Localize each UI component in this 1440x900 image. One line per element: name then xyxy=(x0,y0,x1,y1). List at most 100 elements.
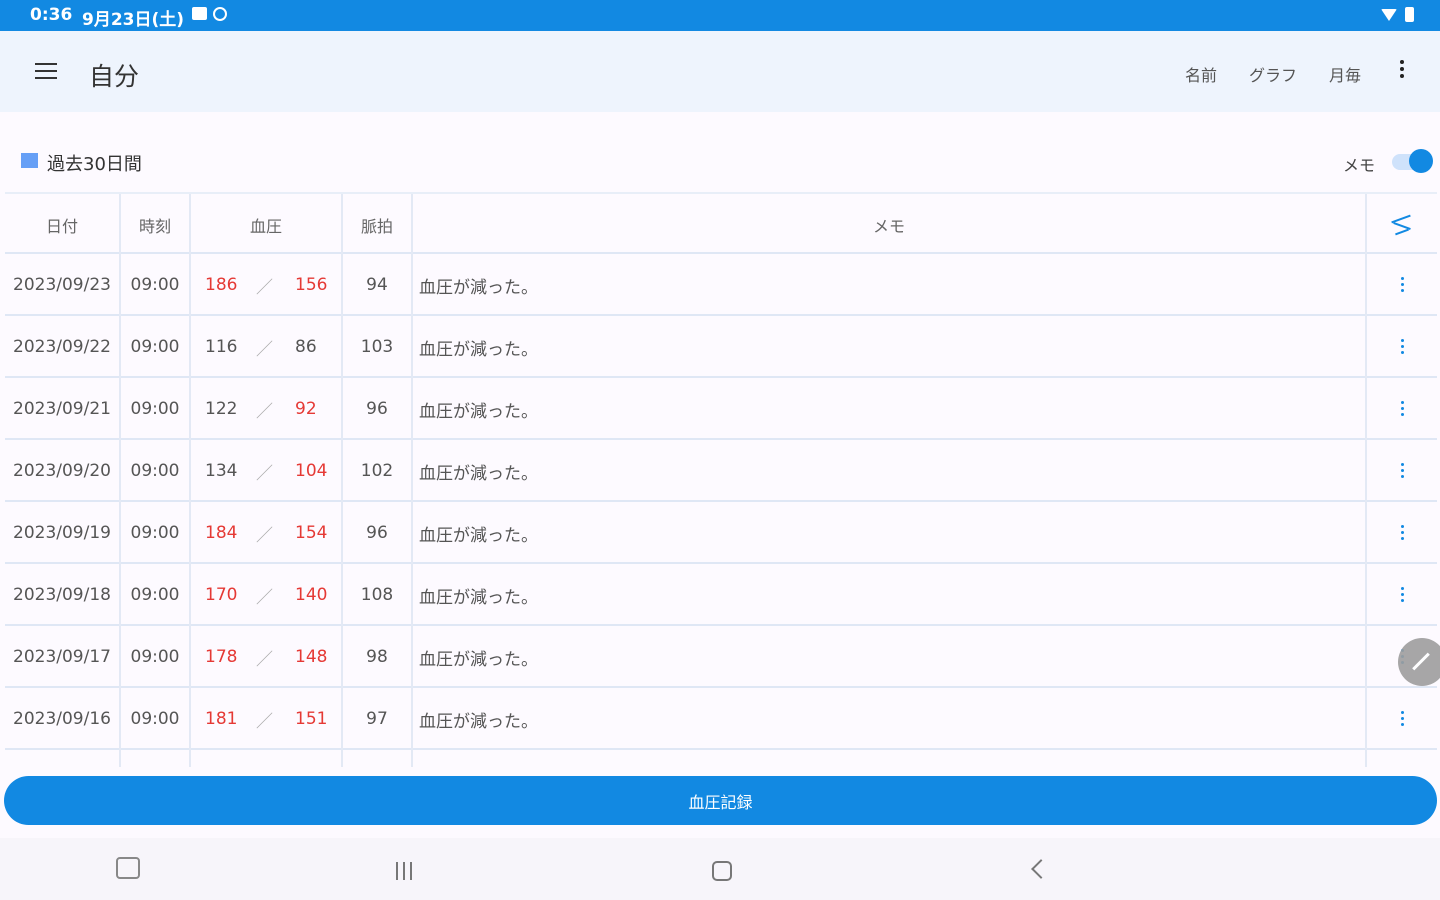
header-time: 時刻 xyxy=(121,194,191,256)
row-more-icon[interactable] xyxy=(1401,525,1405,540)
cell-time: 09:00 xyxy=(121,564,191,626)
systolic-value: 178 xyxy=(205,647,238,667)
cell-pulse: 108 xyxy=(343,564,413,626)
cell-actions xyxy=(1367,688,1437,750)
table-row[interactable]: 2023/09/20 09:00 134 ／ 104 102 血圧が減った。 xyxy=(5,440,1437,502)
cell-memo: 血圧が減った。 xyxy=(413,254,1367,316)
sync-icon xyxy=(213,7,227,21)
table-row[interactable]: 2023/09/19 09:00 184 ／ 154 96 血圧が減った。 xyxy=(5,502,1437,564)
pencil-icon xyxy=(1412,652,1430,671)
filter-icon[interactable] xyxy=(1391,214,1413,236)
diastolic-value: 92 xyxy=(295,399,317,419)
cell-memo: 血圧が減った。 xyxy=(413,440,1367,502)
row-more-icon[interactable] xyxy=(1401,339,1405,354)
slash-divider: ／ xyxy=(256,278,273,298)
cell-time: 09:00 xyxy=(121,688,191,750)
slash-divider: ／ xyxy=(256,340,273,360)
cell-actions xyxy=(1367,378,1437,440)
app-bar: 自分 名前 グラフ 月毎 xyxy=(0,31,1440,112)
status-time: 0:36 xyxy=(30,5,73,25)
table-row[interactable]: 2023/09/21 09:00 122 ／ 92 96 血圧が減った。 xyxy=(5,378,1437,440)
diastolic-value: 148 xyxy=(295,647,328,667)
page-title: 自分 xyxy=(89,62,140,91)
wifi-icon xyxy=(1381,8,1397,21)
cell-pulse: 97 xyxy=(343,688,413,750)
slash-divider: ／ xyxy=(256,650,273,670)
cell-time: 09:00 xyxy=(121,316,191,378)
header-memo: メモ xyxy=(413,194,1367,256)
cell-blood-pressure: 181 ／ 151 xyxy=(191,688,343,750)
table-row[interactable]: 2023/09/18 09:00 170 ／ 140 108 血圧が減った。 xyxy=(5,564,1437,626)
memo-toggle-label: メモ xyxy=(1343,156,1376,175)
cell-actions xyxy=(1367,502,1437,564)
diastolic-value: 156 xyxy=(295,275,328,295)
period-label[interactable]: 過去30日間 xyxy=(47,150,142,176)
cell-memo: 血圧が減った。 xyxy=(413,316,1367,378)
back-icon[interactable] xyxy=(1031,859,1051,879)
keyboard-toggle-icon[interactable] xyxy=(116,857,140,879)
overflow-menu-icon[interactable] xyxy=(1400,60,1404,78)
status-system-icons xyxy=(1381,7,1414,22)
cell-actions xyxy=(1367,254,1437,316)
filter-cell xyxy=(1367,194,1437,256)
header-blood-pressure: 血圧 xyxy=(191,194,343,256)
cell-memo: 血圧が減った。 xyxy=(413,378,1367,440)
cell-pulse: 102 xyxy=(343,440,413,502)
cell-time: 09:00 xyxy=(121,254,191,316)
cell-date: 2023/09/22 xyxy=(5,316,121,378)
cell-pulse: 98 xyxy=(343,626,413,688)
cell-blood-pressure: 134 ／ 104 xyxy=(191,440,343,502)
diastolic-value: 140 xyxy=(295,585,328,605)
row-more-icon[interactable] xyxy=(1401,711,1405,726)
name-action-button[interactable]: 名前 xyxy=(1185,62,1217,86)
slash-divider: ／ xyxy=(256,712,273,732)
table-row[interactable]: 2023/09/17 09:00 178 ／ 148 98 血圧が減った。 xyxy=(5,626,1437,688)
row-more-icon[interactable] xyxy=(1401,277,1405,292)
row-more-icon[interactable] xyxy=(1401,587,1405,602)
cell-date: 2023/09/19 xyxy=(5,502,121,564)
cell-date: 2023/09/16 xyxy=(5,688,121,750)
systolic-value: 134 xyxy=(205,461,238,481)
hamburger-menu-icon[interactable] xyxy=(35,63,57,79)
status-notification-icons xyxy=(192,7,227,21)
table-header-row: 日付 時刻 血圧 脈拍 メモ xyxy=(5,192,1437,256)
cell-time: 09:00 xyxy=(121,626,191,688)
cell-memo: 血圧が減った。 xyxy=(413,564,1367,626)
cell-time: 09:00 xyxy=(121,502,191,564)
cell-date: 2023/09/21 xyxy=(5,378,121,440)
graph-action-button[interactable]: グラフ xyxy=(1249,62,1297,86)
table-row[interactable]: 2023/09/23 09:00 186 ／ 156 94 血圧が減った。 xyxy=(5,254,1437,316)
cell-date: 2023/09/23 xyxy=(5,254,121,316)
cell-memo: 血圧が減った。 xyxy=(413,626,1367,688)
cell-date: 2023/09/17 xyxy=(5,626,121,688)
header-date: 日付 xyxy=(5,194,121,256)
table-row[interactable]: 2023/09/16 09:00 181 ／ 151 97 血圧が減った。 xyxy=(5,688,1437,750)
home-icon[interactable] xyxy=(712,861,732,881)
diastolic-value: 154 xyxy=(295,523,328,543)
cell-actions xyxy=(1367,316,1437,378)
memo-toggle-switch[interactable] xyxy=(1392,149,1433,173)
cell-blood-pressure: 116 ／ 86 xyxy=(191,316,343,378)
systolic-value: 122 xyxy=(205,399,238,419)
diastolic-value: 151 xyxy=(295,709,328,729)
cell-blood-pressure: 178 ／ 148 xyxy=(191,626,343,688)
cell-memo: 血圧が減った。 xyxy=(413,502,1367,564)
row-more-icon[interactable] xyxy=(1401,463,1405,478)
record-blood-pressure-button[interactable]: 血圧記録 xyxy=(4,776,1437,825)
systolic-value: 184 xyxy=(205,523,238,543)
table-row[interactable]: 2023/09/22 09:00 116 ／ 86 103 血圧が減った。 xyxy=(5,316,1437,378)
cell-actions xyxy=(1367,440,1437,502)
monthly-action-button[interactable]: 月毎 xyxy=(1329,62,1361,86)
table-row-partial xyxy=(5,750,1437,767)
cell-blood-pressure: 122 ／ 92 xyxy=(191,378,343,440)
systolic-value: 170 xyxy=(205,585,238,605)
recent-apps-icon[interactable] xyxy=(396,862,412,880)
systolic-value: 186 xyxy=(205,275,238,295)
slash-divider: ／ xyxy=(256,588,273,608)
row-more-icon[interactable] xyxy=(1401,401,1405,416)
slash-divider: ／ xyxy=(256,402,273,422)
edit-fab-button[interactable] xyxy=(1398,638,1440,686)
status-bar: 0:36 9月23日(土) xyxy=(0,0,1440,31)
cell-pulse: 96 xyxy=(343,378,413,440)
diastolic-value: 86 xyxy=(295,337,317,357)
